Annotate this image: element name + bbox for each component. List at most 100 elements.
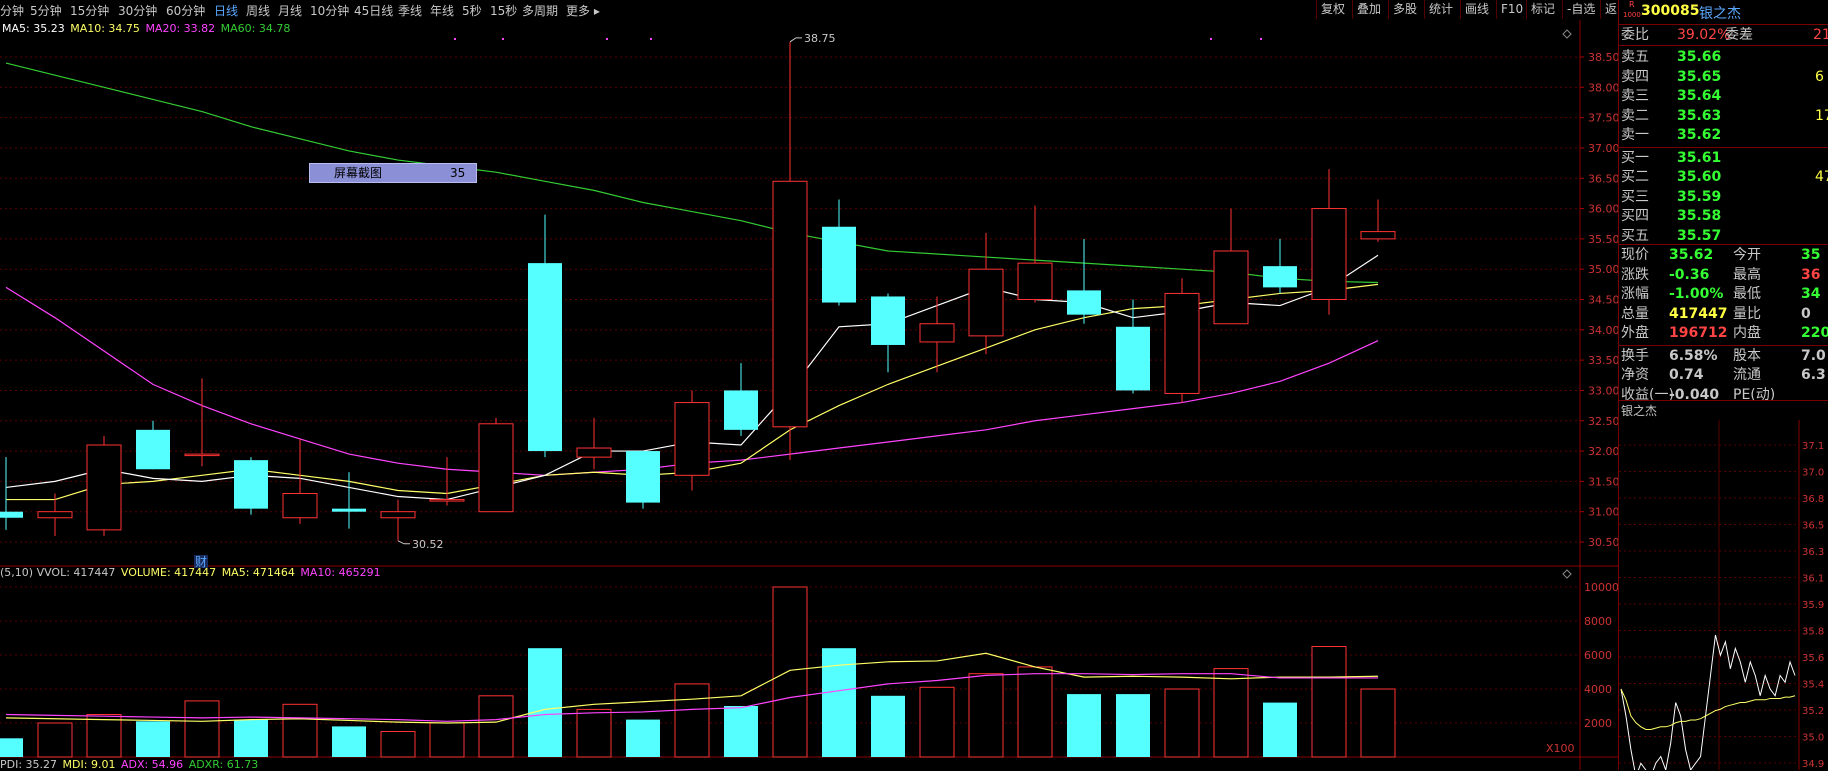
candle-body-down [1116, 326, 1150, 391]
volume-bar-up [1213, 668, 1249, 758]
stat-value-3: 0 [1801, 305, 1811, 322]
intraday-title: 银之杰 [1621, 404, 1658, 418]
fundamental-value-1: 6.58% [1669, 347, 1718, 364]
buy-row-2[interactable]: 买三 35.59 [1621, 188, 1721, 206]
stat-label-0: 总量 [1621, 305, 1649, 322]
sell-row-0[interactable]: 卖五 35.66 [1621, 48, 1721, 66]
stock-name: 银之杰 [1699, 6, 1741, 22]
sell-row-3[interactable]: 卖二 35.63 17 [1621, 107, 1828, 125]
volume-bar-up [37, 722, 73, 758]
stat-value-3: 36 [1801, 266, 1821, 283]
volume-bar-up [86, 714, 122, 758]
stat-label-2: 最低 [1733, 286, 1761, 302]
buy-row-0[interactable]: 买一 35.61 [1621, 149, 1721, 167]
fundamental-value-3: 6.3 [1801, 367, 1826, 383]
stat-label-2: 量比 [1733, 305, 1761, 322]
buy-label: 买一 [1621, 149, 1649, 166]
volume-unit-label: X100 [1546, 742, 1575, 755]
volume-bar-up [674, 683, 710, 758]
ma-legend: MA5: 35.23 MA10: 34.75 MA20: 33.82 MA60:… [2, 22, 290, 35]
candle-body-up [1017, 262, 1053, 300]
vol-ma5-label: MA5: 471464 [221, 566, 295, 579]
price-tick-label: 38.00 [1588, 81, 1618, 94]
candle-body-up [37, 511, 73, 519]
candle-body-up [1213, 250, 1249, 325]
signal-dot [606, 38, 608, 40]
dmi-legend: PDI: 35.27 MDI: 9.01 ADX: 54.96 ADXR: 61… [0, 758, 258, 771]
sell-row-2[interactable]: 卖三 35.64 [1621, 87, 1721, 105]
buy-row-3[interactable]: 买四 35.58 [1621, 207, 1721, 225]
volume-tick-label: 2000 [1584, 717, 1612, 730]
quote-panel: R 1000 300085 银之杰 委比 39.02% 委差 21 卖五 35.6… [1618, 0, 1828, 770]
candle-body-up [1360, 231, 1396, 240]
buy-price: 35.60 [1677, 169, 1722, 185]
volume-bar-up [576, 708, 612, 758]
fundamental-label-0: 净资 [1621, 367, 1649, 383]
ma20-label: MA20: 33.82 [145, 22, 216, 35]
buy-label: 买五 [1621, 227, 1649, 244]
candle-body-down [234, 460, 268, 509]
sell-label: 卖二 [1621, 107, 1649, 124]
stat-label-2: 内盘 [1733, 325, 1761, 341]
price-tick-label: 38.50 [1588, 51, 1618, 64]
intraday-tick-label: 36.1 [1802, 574, 1824, 585]
screenshot-tag[interactable]: 屏幕截图 35 [309, 163, 477, 183]
price-tick-label: 32.50 [1588, 415, 1618, 428]
sell-row-1[interactable]: 卖四 35.65 6 [1621, 68, 1824, 86]
volume-bar-up [282, 703, 318, 758]
intraday-chart[interactable]: 37.1 37.0 36.8 36.5 36.3 36.1 35.9 35.8 35.6 35.4… [1619, 420, 1828, 770]
buy-row-4[interactable]: 买五 35.57 [1621, 227, 1721, 245]
candle-body-up [380, 511, 416, 519]
code-prefix: R [1629, 0, 1635, 9]
stats-divider-2 [1619, 344, 1828, 346]
intraday-tick-label: 35.8 [1802, 627, 1824, 638]
volume-tick-label: 10000 [1584, 581, 1618, 594]
vol-ma10-label: MA10: 465291 [300, 566, 381, 579]
price-tick-label: 31.00 [1588, 506, 1618, 519]
intraday-tick-label: 35.4 [1802, 680, 1824, 691]
candle-body-up [968, 268, 1004, 337]
stat-value-1: 35.62 [1669, 247, 1714, 263]
sell-row-4[interactable]: 卖一 35.62 [1621, 126, 1721, 144]
volume-bar-down [1067, 694, 1101, 757]
candle-body-down [528, 263, 562, 452]
volume-tick-label: 4000 [1584, 683, 1612, 696]
price-tick-label: 34.50 [1588, 294, 1618, 307]
ma60-label: MA60: 34.78 [220, 22, 291, 35]
candle-body-up [429, 499, 465, 502]
volume-bar-down [626, 719, 660, 757]
volume-bar-down [1263, 702, 1297, 757]
weibi-value: 39.02% [1677, 27, 1731, 43]
volume-bar-up [1360, 688, 1396, 758]
buy-price: 35.58 [1677, 208, 1722, 224]
stock-code: 300085 [1641, 3, 1700, 19]
candle-body-down [724, 390, 758, 430]
stat-label-2: 今开 [1733, 247, 1761, 263]
sell-label: 卖五 [1621, 49, 1649, 65]
candle-body-down [332, 508, 366, 512]
stat-label-0: 现价 [1621, 247, 1649, 263]
sell-label: 卖三 [1621, 88, 1649, 104]
ma10-label: MA10: 34.75 [70, 22, 140, 35]
candle-body-up [1311, 208, 1347, 300]
stat-value-1: 417447 [1669, 305, 1728, 322]
buy-row-1[interactable]: 买二 35.60 47 [1621, 168, 1828, 186]
buy-volume: 47 [1815, 169, 1828, 185]
volume-bar-down [234, 719, 268, 757]
volume-bar-down [724, 706, 758, 757]
intraday-tick-label: 36.5 [1802, 521, 1824, 532]
intraday-tick-label: 37.0 [1802, 468, 1824, 479]
signal-dot [1210, 38, 1212, 40]
volume-bar-down [136, 721, 170, 757]
sell-label: 卖一 [1621, 127, 1649, 143]
sell-volume: 17 [1815, 107, 1828, 124]
fundamental-label-2: 股本 [1733, 347, 1761, 364]
weicha-value: 21 [1813, 27, 1828, 43]
kline-chart[interactable]: 38.50 38.00 37.50 37.00 36.50 36.00 35.50 35.00… [0, 0, 1618, 770]
fundamental-label-2: 流通 [1733, 367, 1761, 383]
screenshot-tag-value: 35 [450, 166, 466, 180]
sell-price: 35.64 [1677, 88, 1722, 104]
intraday-tick-label: 37.1 [1802, 441, 1824, 452]
stat-value-3: 34 [1801, 286, 1821, 302]
candle-body-up [772, 180, 808, 428]
